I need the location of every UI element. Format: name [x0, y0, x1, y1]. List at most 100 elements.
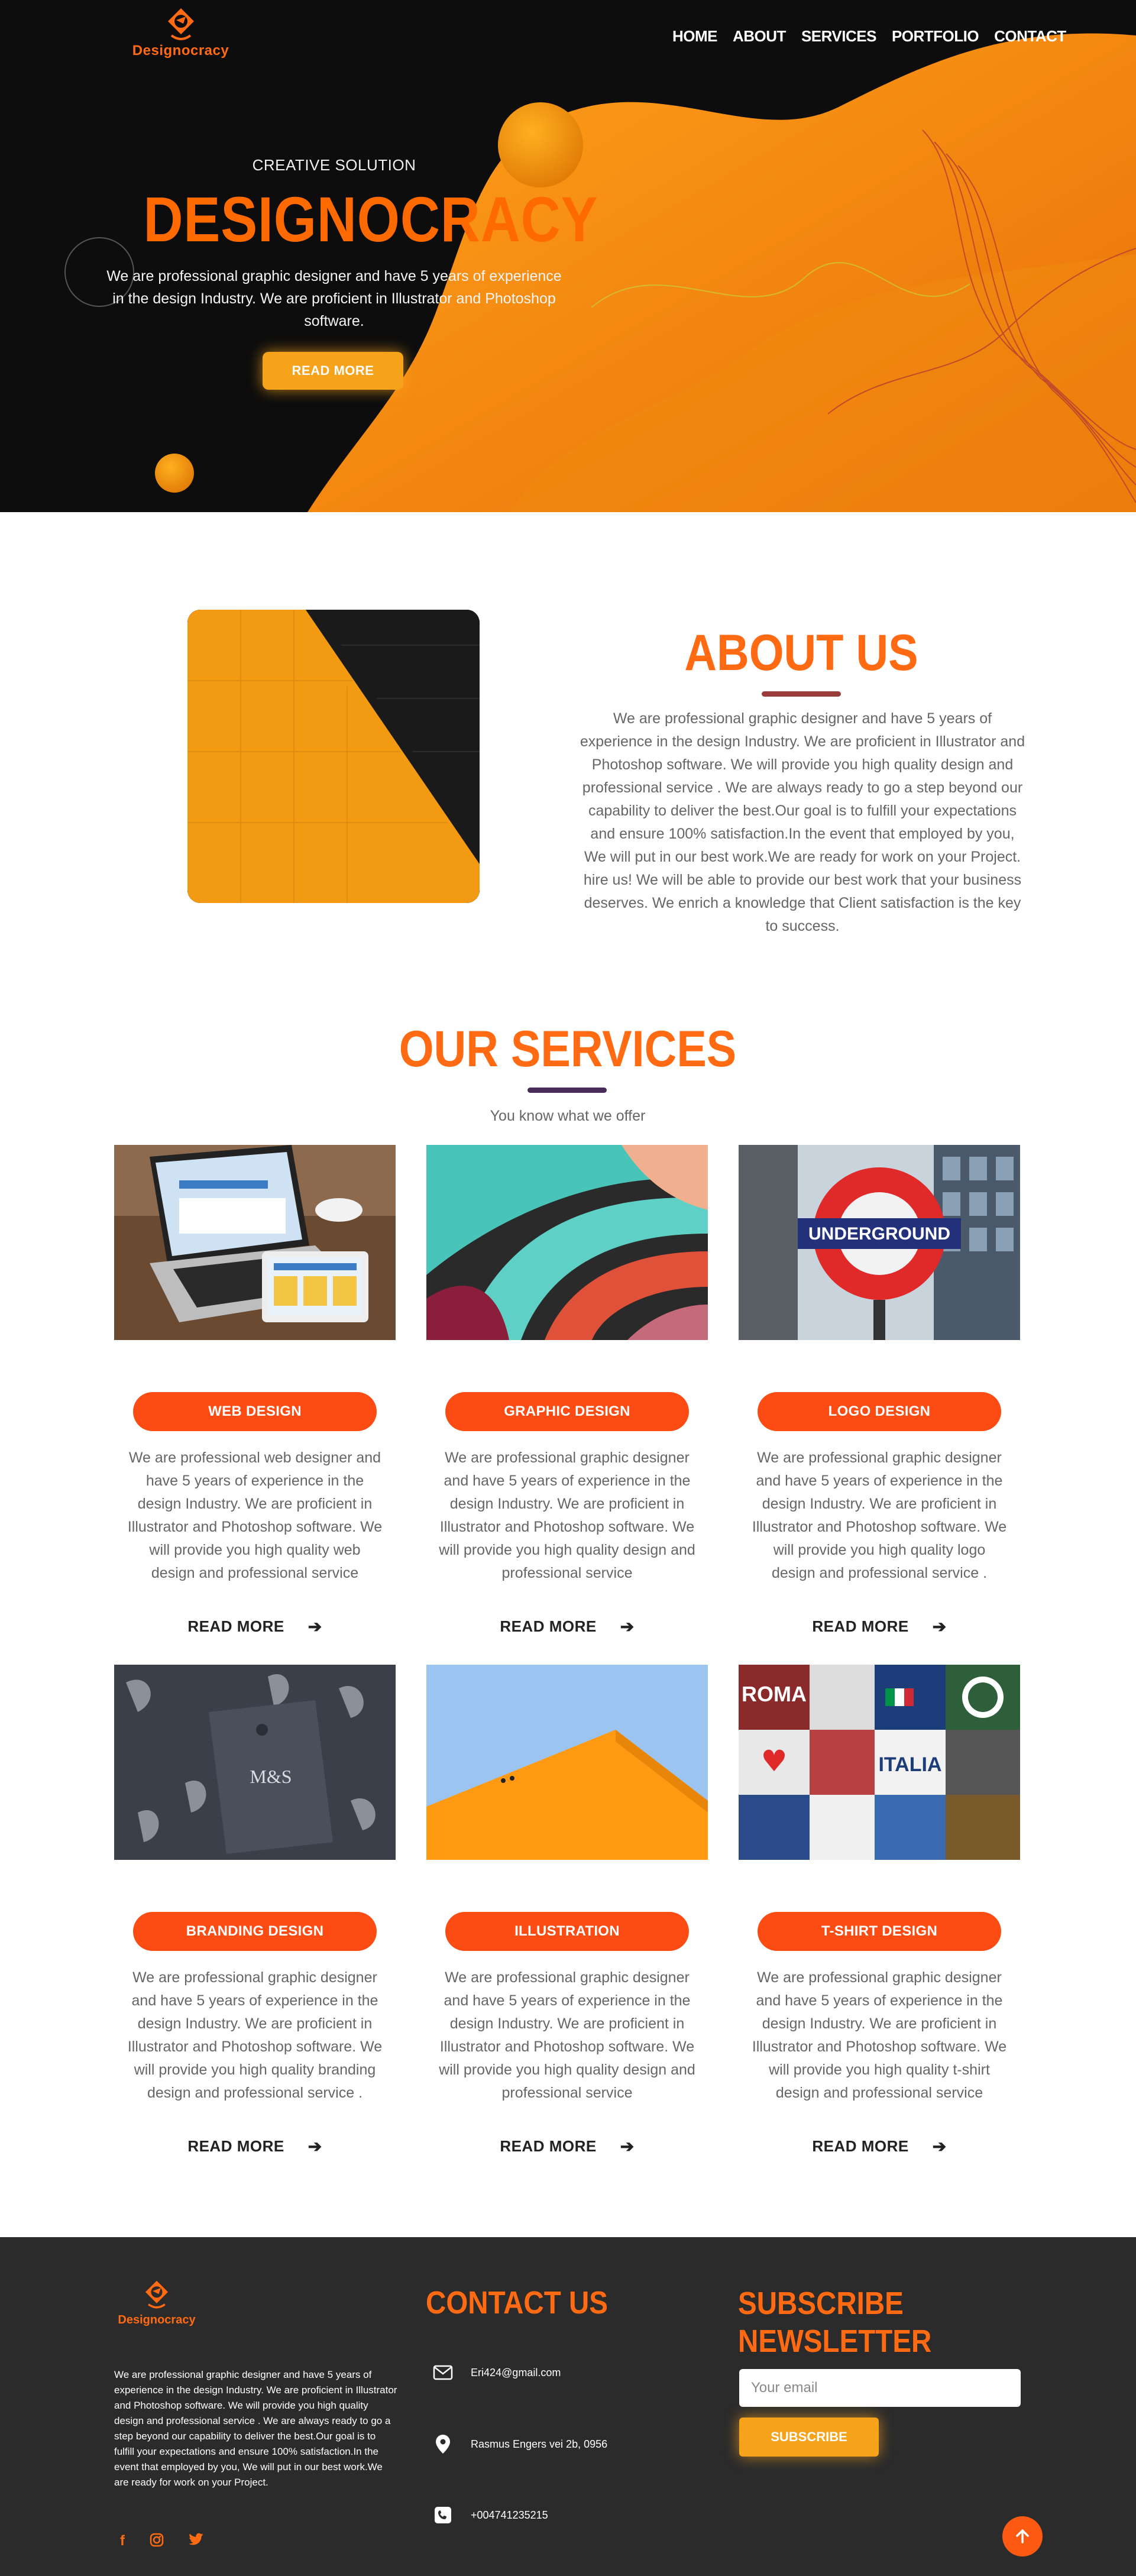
read-more-label: READ MORE: [187, 1617, 284, 1635]
read-more-label: READ MORE: [500, 1617, 597, 1635]
social-links: f: [120, 2533, 204, 2551]
read-more-web-design[interactable]: READ MORE ➔: [114, 1617, 396, 1636]
arrow-right-icon: ➔: [620, 1617, 635, 1636]
newsletter-title: SUBSCRIBE NEWSLETTER: [738, 2284, 931, 2360]
read-more-illustration[interactable]: READ MORE ➔: [426, 2137, 708, 2156]
service-image-illustration: [426, 1665, 708, 1860]
service-desc-tshirt-design: We are professional graphic designer and…: [752, 1969, 1007, 2101]
newsletter-title-line-1: SUBSCRIBE: [738, 2286, 904, 2321]
twitter-icon[interactable]: [189, 2533, 204, 2551]
laptop-photo: [114, 1145, 396, 1340]
footer-logo[interactable]: Designocracy: [112, 2279, 201, 2327]
nav-contact[interactable]: CONTACT: [994, 27, 1066, 46]
logo-mark-icon: [167, 8, 194, 40]
about-title-underline: [762, 691, 841, 697]
services-subtitle: You know what we offer: [490, 1108, 646, 1124]
service-label-tshirt-design: T-SHIRT DESIGN: [758, 1912, 1001, 1951]
service-desc-branding-design: We are professional graphic designer and…: [127, 1969, 383, 2101]
logo-text: Designocracy: [132, 43, 229, 59]
hero-subtitle: CREATIVE SOLUTION: [252, 156, 416, 174]
orange-building-photo: [426, 1665, 708, 1860]
newsletter-email-input[interactable]: [739, 2369, 1021, 2407]
footer-logo-text: Designocracy: [118, 2313, 196, 2326]
facebook-icon[interactable]: f: [120, 2533, 125, 2551]
arrow-right-icon: ➔: [932, 1617, 947, 1636]
phone-icon: [433, 2505, 453, 2525]
service-image-graphic-design: [426, 1145, 708, 1340]
main-nav: HOME ABOUT SERVICES PORTFOLIO CONTACT: [672, 27, 1066, 46]
read-more-label: READ MORE: [187, 2137, 284, 2155]
nav-services[interactable]: SERVICES: [801, 27, 877, 46]
nav-home[interactable]: HOME: [672, 27, 718, 46]
service-label-branding-design: BRANDING DESIGN: [133, 1912, 377, 1951]
service-card-logo-design: UNDERGROUND LOGO DESIGN We are professio…: [739, 1145, 1020, 1636]
contact-email-text: Eri424@gmail.com: [471, 2366, 561, 2378]
about-title: ABOUT US: [684, 624, 918, 681]
arrow-right-icon: ➔: [308, 2137, 322, 2156]
service-image-web-design: [114, 1145, 396, 1340]
contact-address: Rasmus Engers vei 2b, 0956: [433, 2434, 607, 2454]
heart-icon: ♥: [761, 1744, 788, 1778]
arrow-right-icon: ➔: [308, 1617, 322, 1636]
instagram-icon[interactable]: [150, 2533, 164, 2551]
tshirt-text-italia: ITALIA: [878, 1753, 941, 1776]
service-card-web-design: WEB DESIGN We are professional web desig…: [114, 1145, 396, 1636]
nav-portfolio[interactable]: PORTFOLIO: [892, 27, 979, 46]
contact-phone[interactable]: +004741235215: [433, 2505, 548, 2525]
logo-mark-icon: [145, 2280, 169, 2309]
about-text: We are professional graphic designer and…: [580, 710, 1025, 934]
arrow-right-icon: ➔: [932, 2137, 947, 2156]
footer: Designocracy We are professional graphic…: [0, 2237, 1136, 2576]
abstract-curves-photo: [426, 1145, 708, 1340]
service-image-logo-design: UNDERGROUND: [739, 1145, 1020, 1340]
tshirt-text-rome: ROMA: [742, 1682, 807, 1706]
service-desc-web-design: We are professional web designer and hav…: [127, 1449, 383, 1581]
envelope-icon: [433, 2363, 453, 2383]
contact-title: CONTACT US: [426, 2285, 608, 2321]
read-more-label: READ MORE: [812, 2137, 909, 2155]
hero-background-art: [64, 33, 1136, 512]
service-card-graphic-design: GRAPHIC DESIGN We are professional graph…: [426, 1145, 708, 1636]
service-desc-graphic-design: We are professional graphic designer and…: [439, 1449, 695, 1581]
contact-address-text: Rasmus Engers vei 2b, 0956: [471, 2438, 608, 2450]
service-card-illustration: ILLUSTRATION We are professional graphic…: [426, 1665, 708, 2156]
read-more-graphic-design[interactable]: READ MORE ➔: [426, 1617, 708, 1636]
nav-about[interactable]: ABOUT: [733, 27, 786, 46]
service-desc-logo-design: We are professional graphic designer and…: [752, 1449, 1007, 1581]
service-label-illustration: ILLUSTRATION: [445, 1912, 689, 1951]
read-more-label: READ MORE: [812, 1617, 909, 1635]
hero-read-more-button[interactable]: READ MORE: [263, 352, 403, 390]
about-image: [187, 610, 480, 903]
service-label-graphic-design: GRAPHIC DESIGN: [445, 1392, 689, 1431]
services-title-underline: [527, 1088, 607, 1093]
hero-description: We are professional graphic designer and…: [106, 268, 562, 329]
logo[interactable]: Designocracy: [129, 6, 232, 59]
service-desc-illustration: We are professional graphic designer and…: [439, 1969, 695, 2101]
arrow-right-icon: ➔: [620, 2137, 635, 2156]
contact-phone-text: +004741235215: [471, 2509, 548, 2521]
subscribe-button[interactable]: SUBSCRIBE: [739, 2418, 879, 2457]
service-card-tshirt-design: ROMA ITALIA ♥ T-SHIRT DESIGN We are prof…: [739, 1665, 1020, 2156]
clothing-tag-photo: M&S: [114, 1665, 396, 1860]
scroll-to-top-button[interactable]: [1002, 2516, 1043, 2556]
hero-section: Designocracy HOME ABOUT SERVICES PORTFOL…: [0, 0, 1136, 512]
newsletter-title-line-2: NEWSLETTER: [738, 2323, 932, 2359]
services-title: OUR SERVICES: [399, 1021, 737, 1077]
service-label-web-design: WEB DESIGN: [133, 1392, 377, 1431]
read-more-logo-design[interactable]: READ MORE ➔: [739, 1617, 1020, 1636]
service-label-logo-design: LOGO DESIGN: [758, 1392, 1001, 1431]
service-image-tshirt-design: ROMA ITALIA ♥: [739, 1665, 1020, 1860]
tshirts-photo: ROMA ITALIA ♥: [739, 1665, 1020, 1860]
tag-text: M&S: [250, 1766, 292, 1787]
footer-about-text: We are professional graphic designer and…: [114, 2369, 397, 2488]
service-image-branding-design: M&S: [114, 1665, 396, 1860]
hero-title: DESIGNOCRACY: [143, 183, 598, 255]
service-card-branding-design: M&S BRANDING DESIGN We are professional …: [114, 1665, 396, 2156]
read-more-tshirt-design[interactable]: READ MORE ➔: [739, 2137, 1020, 2156]
contact-email[interactable]: Eri424@gmail.com: [433, 2363, 561, 2383]
map-pin-icon: [433, 2434, 453, 2454]
arrow-up-icon: [1016, 2529, 1029, 2543]
read-more-branding-design[interactable]: READ MORE ➔: [114, 2137, 396, 2156]
underground-sign-text: UNDERGROUND: [808, 1224, 950, 1244]
read-more-label: READ MORE: [500, 2137, 597, 2155]
